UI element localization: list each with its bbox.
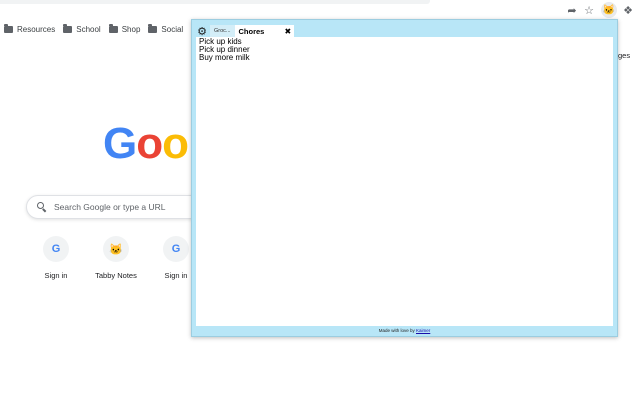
bookmarks-bar: Resources School Shop Social: [0, 20, 187, 38]
bookmark-label: Resources: [17, 24, 56, 34]
footer-text: Made with love by: [378, 328, 415, 333]
tab-groceries[interactable]: Groc...: [210, 25, 235, 37]
shortcut-sign-in[interactable]: G Sign in: [31, 236, 81, 280]
search-placeholder: Search Google or type a URL: [54, 202, 166, 212]
browser-toolbar: ➦ ☆ 🐱 ❖: [0, 0, 640, 20]
tab-chores[interactable]: Chores ✖: [234, 25, 295, 37]
folder-icon: [4, 23, 13, 33]
popup-footer: Made with love by Kaimer: [192, 328, 617, 333]
shortcut-tabby-notes[interactable]: 🐱 Tabby Notes: [91, 236, 141, 280]
partial-link-text[interactable]: ges: [618, 51, 630, 60]
bookmark-social[interactable]: Social: [148, 23, 184, 34]
note-line: Buy more milk: [199, 53, 250, 62]
notes-textarea[interactable]: Pick up kids Pick up dinner Buy more mil…: [196, 37, 613, 326]
gear-icon[interactable]: ⚙: [196, 25, 208, 38]
omnibox[interactable]: [0, 0, 430, 4]
bookmark-label: School: [76, 24, 101, 34]
bookmark-resources[interactable]: Resources: [4, 23, 56, 34]
bookmark-label: Social: [161, 24, 184, 34]
author-link[interactable]: Kaimer: [416, 328, 430, 333]
shortcut-label: Sign in: [164, 271, 188, 280]
bookmark-shop[interactable]: Shop: [108, 23, 141, 34]
google-logo: Goo: [103, 119, 189, 168]
puzzle-icon[interactable]: ❖: [621, 3, 635, 17]
folder-icon: [63, 23, 73, 33]
share-icon[interactable]: ➦: [565, 3, 579, 17]
shortcut-label: Sign in: [44, 271, 68, 280]
folder-icon: [148, 23, 158, 33]
google-g-icon: G: [163, 236, 189, 262]
tabby-cat-icon: 🐱: [103, 236, 129, 262]
search-icon: [37, 202, 47, 212]
bookmark-label: Shop: [121, 24, 141, 34]
google-g-icon: G: [43, 236, 69, 262]
close-icon[interactable]: ✖: [285, 27, 292, 36]
tab-label: Groc...: [214, 28, 231, 34]
extension-tabby-icon[interactable]: 🐱: [601, 2, 617, 18]
tab-strip: ⚙ Groc... Chores ✖: [196, 24, 295, 38]
note-line: Pick up kids: [199, 37, 242, 46]
folder-icon: [108, 23, 118, 33]
bookmark-school[interactable]: School: [63, 23, 101, 34]
shortcut-label: Tabby Notes: [95, 271, 137, 280]
note-line: Pick up dinner: [199, 45, 250, 54]
tabby-notes-popup: ⚙ Groc... Chores ✖ Pick up kids Pick up …: [191, 19, 618, 337]
tab-label: Chores: [238, 26, 265, 36]
star-icon[interactable]: ☆: [582, 3, 596, 17]
